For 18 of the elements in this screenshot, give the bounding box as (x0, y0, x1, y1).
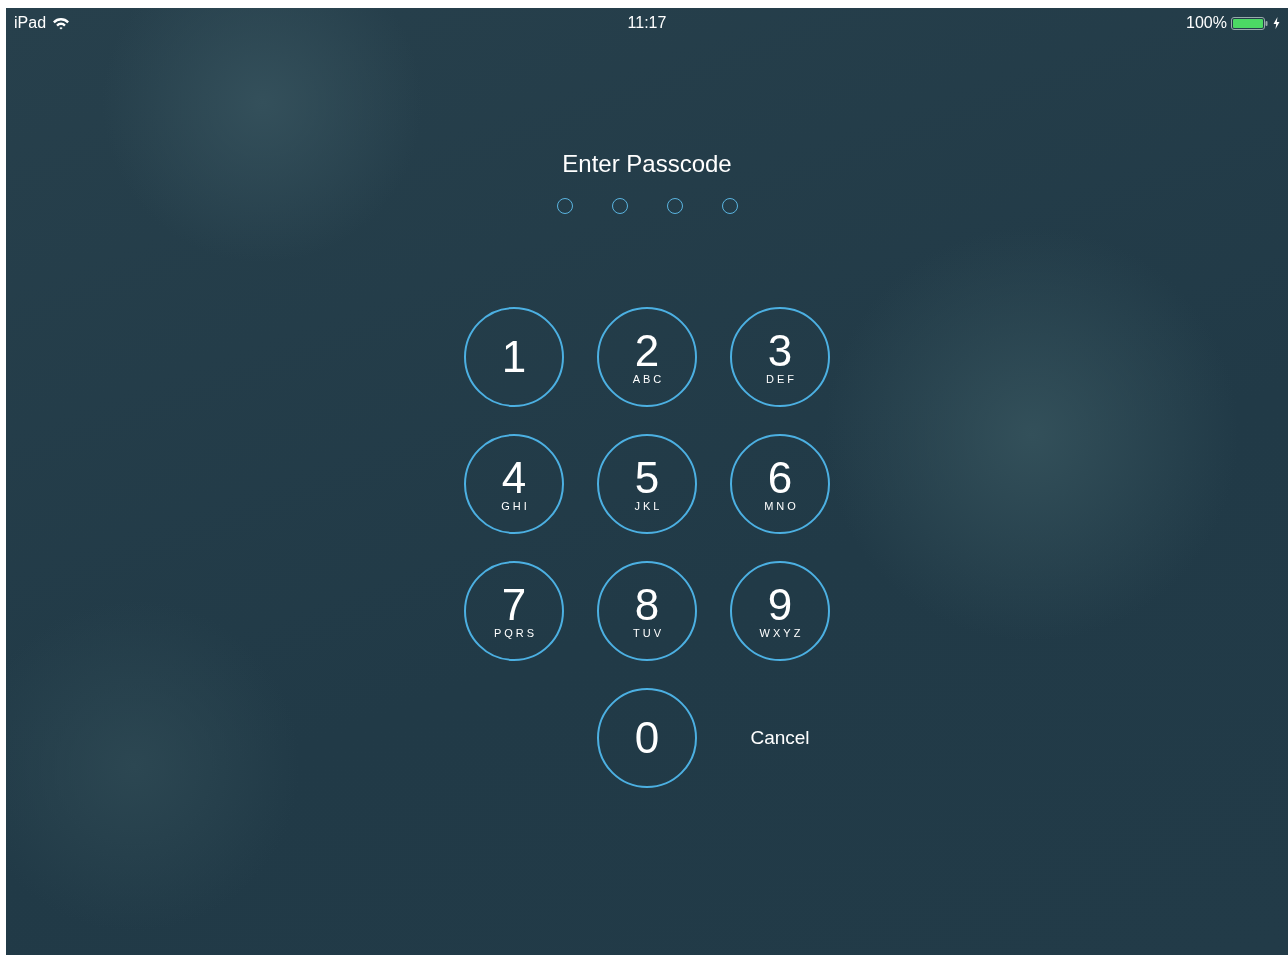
keypad-key[interactable]: 1 (464, 307, 564, 407)
cancel-button[interactable]: Cancel (746, 723, 814, 753)
keypad-key[interactable]: 3 DEF (730, 307, 830, 407)
keypad-key[interactable]: 4 GHI (464, 434, 564, 534)
enter-passcode-title: Enter Passcode (562, 149, 732, 179)
device-name: iPad (14, 14, 47, 32)
lightning-bolt-icon (1273, 17, 1280, 29)
keypad-key[interactable]: 8 TUV (597, 561, 697, 661)
keypad-key[interactable]: 0 (597, 688, 697, 788)
battery-icon (1231, 16, 1269, 30)
keypad-key[interactable]: 9 WXYZ (730, 561, 830, 661)
keypad-key[interactable]: 5 JKL (597, 434, 697, 534)
status-time: 11:17 (627, 14, 667, 32)
keypad-key[interactable]: 6 MNO (730, 434, 830, 534)
battery-percentage: 100% (1186, 14, 1227, 32)
keypad-key[interactable]: 2 ABC (597, 307, 697, 407)
keypad-key[interactable]: 7 PQRS (464, 561, 564, 661)
wifi-icon (52, 16, 71, 30)
